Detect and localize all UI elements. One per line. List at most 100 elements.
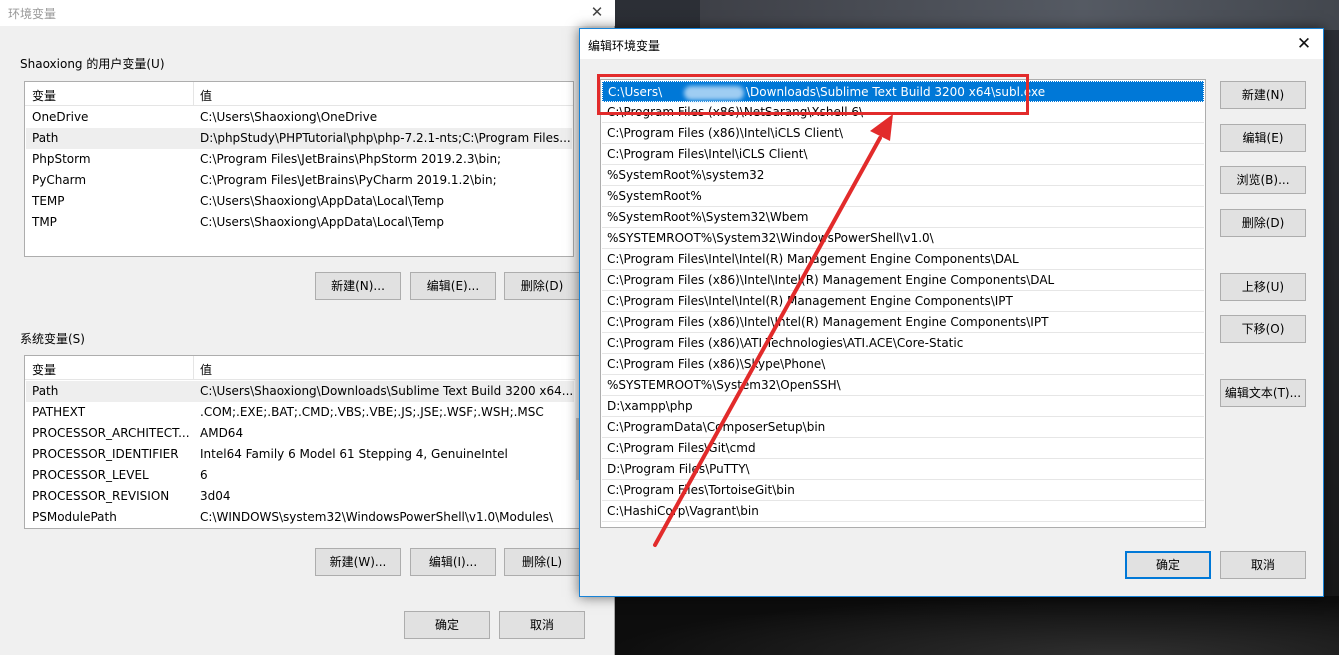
browse-button[interactable]: 浏览(B)...	[1220, 166, 1306, 194]
list-item[interactable]: C:\ProgramData\ComposerSetup\bin	[602, 417, 1204, 438]
table-row[interactable]: PATHEXT .COM;.EXE;.BAT;.CMD;.VBS;.VBE;.JS…	[26, 402, 574, 423]
list-item[interactable]: C:\HashiCorp\Vagrant\bin	[602, 501, 1204, 522]
list-item[interactable]: C:\Program Files\Intel\Intel(R) Manageme…	[602, 291, 1204, 312]
table-row[interactable]: OneDrive C:\Users\Shaoxiong\OneDrive	[26, 107, 572, 128]
delete-button[interactable]: 删除(D)	[1220, 209, 1306, 237]
variable-name-cell: PATHEXT	[32, 405, 86, 419]
table-row[interactable]: PROCESSOR_LEVEL 6	[26, 465, 574, 486]
column-header-value[interactable]: 值	[200, 361, 212, 378]
edit-window-title: 编辑环境变量	[588, 39, 661, 53]
list-item[interactable]: %SystemRoot%	[602, 186, 1204, 207]
column-divider[interactable]	[193, 82, 194, 106]
list-item[interactable]: C:\Program Files\Git\cmd	[602, 438, 1204, 459]
list-item[interactable]: D:\xampp\php	[602, 396, 1204, 417]
variable-name-cell: PROCESSOR_IDENTIFIER	[32, 447, 179, 461]
variable-value-cell: C:\WINDOWS\system32\WindowsPowerShell\v1…	[200, 510, 554, 524]
table-row[interactable]: PSModulePath C:\WINDOWS\system32\WindowsP…	[26, 507, 574, 528]
variable-name-cell: PROCESSOR_LEVEL	[32, 468, 149, 482]
system-new-button[interactable]: 新建(W)...	[315, 548, 401, 576]
desktop-bottom	[600, 596, 1339, 655]
variable-name-cell: PyCharm	[32, 173, 87, 187]
variable-value-cell: 3d04	[200, 489, 231, 503]
variable-name-cell: TMP	[32, 215, 57, 229]
variable-name-cell: TEMP	[32, 194, 65, 208]
column-header-value[interactable]: 值	[200, 87, 212, 104]
system-edit-button[interactable]: 编辑(I)...	[410, 548, 496, 576]
table-row[interactable]: PROCESSOR_ARCHITECT... AMD64	[26, 423, 574, 444]
path-entry-text: C:\Program Files\Intel\Intel(R) Manageme…	[607, 294, 1013, 308]
env-window-title: 环境变量	[8, 7, 57, 21]
user-vars-group-label: Shaoxiong 的用户变量(U)	[20, 57, 165, 71]
variable-value-cell: D:\phpStudy\PHPTutorial\php\php-7.2.1-nt…	[200, 131, 571, 145]
user-new-button[interactable]: 新建(N)...	[315, 272, 401, 300]
variable-name-cell: OneDrive	[32, 110, 89, 124]
table-row[interactable]: PROCESSOR_IDENTIFIER Intel64 Family 6 Mod…	[26, 444, 574, 465]
list-item[interactable]: C:\Program Files (x86)\Intel\Intel(R) Ma…	[602, 312, 1204, 333]
close-icon[interactable]: ✕	[583, 0, 611, 26]
edit-text-button[interactable]: 编辑文本(T)...	[1220, 379, 1306, 407]
variable-value-cell: C:\Program Files\JetBrains\PyCharm 2019.…	[200, 173, 497, 187]
list-item[interactable]: C:\Program Files (x86)\Intel\iCLS Client…	[602, 123, 1204, 144]
path-entries-list[interactable]: C:\Users\ \Downloads\Sublime Text Build …	[600, 79, 1206, 528]
path-entry-text: C:\ProgramData\ComposerSetup\bin	[607, 420, 826, 434]
path-entry-text: %SYSTEMROOT%\System32\OpenSSH\	[607, 378, 841, 392]
move-down-button[interactable]: 下移(O)	[1220, 315, 1306, 343]
table-row[interactable]: Path D:\phpStudy\PHPTutorial\php\php-7.2.…	[26, 128, 572, 149]
list-item[interactable]: D:\Program Files\PuTTY\	[602, 459, 1204, 480]
desktop-strip	[700, 0, 1339, 30]
system-vars-list[interactable]: 变量 值 Path C:\Users\Shaoxiong\Downloads\Su…	[24, 355, 584, 529]
variable-value-cell: C:\Users\Shaoxiong\OneDrive	[200, 110, 378, 124]
path-entry-text: D:\xampp\php	[607, 399, 693, 413]
path-entry-text: C:\Program Files (x86)\Intel\Intel(R) Ma…	[607, 273, 1055, 287]
list-item[interactable]: C:\Program Files (x86)\Intel\Intel(R) Ma…	[602, 270, 1204, 291]
table-row[interactable]: Path C:\Users\Shaoxiong\Downloads\Sublime…	[26, 381, 574, 402]
column-header-variable[interactable]: 变量	[32, 87, 56, 104]
table-row[interactable]: PyCharm C:\Program Files\JetBrains\PyChar…	[26, 170, 572, 191]
system-delete-button[interactable]: 删除(L)	[504, 548, 580, 576]
variable-value-cell: C:\Users\Shaoxiong\Downloads\Sublime Tex…	[200, 384, 574, 398]
variable-name-cell: Path	[32, 384, 59, 398]
table-row[interactable]: TMP C:\Users\Shaoxiong\AppData\Local\Temp	[26, 212, 572, 233]
path-entry-text: %SystemRoot%\system32	[607, 168, 765, 182]
list-header: 变量 值	[25, 82, 573, 106]
list-item[interactable]: %SystemRoot%\system32	[602, 165, 1204, 186]
column-divider[interactable]	[193, 356, 194, 380]
variable-value-cell: Intel64 Family 6 Model 61 Stepping 4, Ge…	[200, 447, 508, 461]
new-button[interactable]: 新建(N)	[1220, 81, 1306, 109]
table-row[interactable]: PROCESSOR_REVISION 3d04	[26, 486, 574, 507]
user-delete-button[interactable]: 删除(D)	[504, 272, 580, 300]
variable-name-cell: PROCESSOR_ARCHITECT...	[32, 426, 190, 440]
list-item[interactable]: C:\Program Files\Intel\Intel(R) Manageme…	[602, 249, 1204, 270]
user-edit-button[interactable]: 编辑(E)...	[410, 272, 496, 300]
move-up-button[interactable]: 上移(U)	[1220, 273, 1306, 301]
ok-button[interactable]: 确定	[404, 611, 490, 639]
edit-button[interactable]: 编辑(E)	[1220, 124, 1306, 152]
table-row[interactable]: PhpStorm C:\Program Files\JetBrains\PhpSt…	[26, 149, 572, 170]
column-header-variable[interactable]: 变量	[32, 361, 56, 378]
list-item[interactable]: C:\Program Files\TortoiseGit\bin	[602, 480, 1204, 501]
list-item[interactable]: %SystemRoot%\System32\Wbem	[602, 207, 1204, 228]
highlight-rectangle	[597, 74, 1029, 115]
path-entry-text: C:\Program Files\Intel\Intel(R) Manageme…	[607, 252, 1019, 266]
ok-button[interactable]: 确定	[1125, 551, 1211, 579]
user-vars-list[interactable]: 变量 值 OneDrive C:\Users\Shaoxiong\OneDrive…	[24, 81, 574, 257]
list-item[interactable]: C:\Program Files (x86)\ATI Technologies\…	[602, 333, 1204, 354]
path-entry-text: C:\Program Files (x86)\ATI Technologies\…	[607, 336, 964, 350]
cancel-button[interactable]: 取消	[1220, 551, 1306, 579]
list-item[interactable]: %SYSTEMROOT%\System32\WindowsPowerShell\…	[602, 228, 1204, 249]
list-header: 变量 值	[25, 356, 583, 380]
variable-name-cell: Path	[32, 131, 59, 145]
variable-name-cell: PSModulePath	[32, 510, 117, 524]
path-entry-text: C:\Program Files\Intel\iCLS Client\	[607, 147, 808, 161]
list-item[interactable]: C:\Program Files\Intel\iCLS Client\	[602, 144, 1204, 165]
close-icon[interactable]: ✕	[1291, 31, 1317, 57]
cancel-button[interactable]: 取消	[499, 611, 585, 639]
list-item[interactable]: C:\Program Files (x86)\Skype\Phone\	[602, 354, 1204, 375]
variable-name-cell: PhpStorm	[32, 152, 91, 166]
list-item[interactable]: %SYSTEMROOT%\System32\OpenSSH\	[602, 375, 1204, 396]
path-entry-text: C:\HashiCorp\Vagrant\bin	[607, 504, 759, 518]
variable-name-cell: PROCESSOR_REVISION	[32, 489, 170, 503]
env-variables-window: 环境变量 ✕ Shaoxiong 的用户变量(U) 变量 值 OneDrive C…	[0, 0, 615, 655]
table-row[interactable]: TEMP C:\Users\Shaoxiong\AppData\Local\Tem…	[26, 191, 572, 212]
variable-value-cell: 6	[200, 468, 208, 482]
